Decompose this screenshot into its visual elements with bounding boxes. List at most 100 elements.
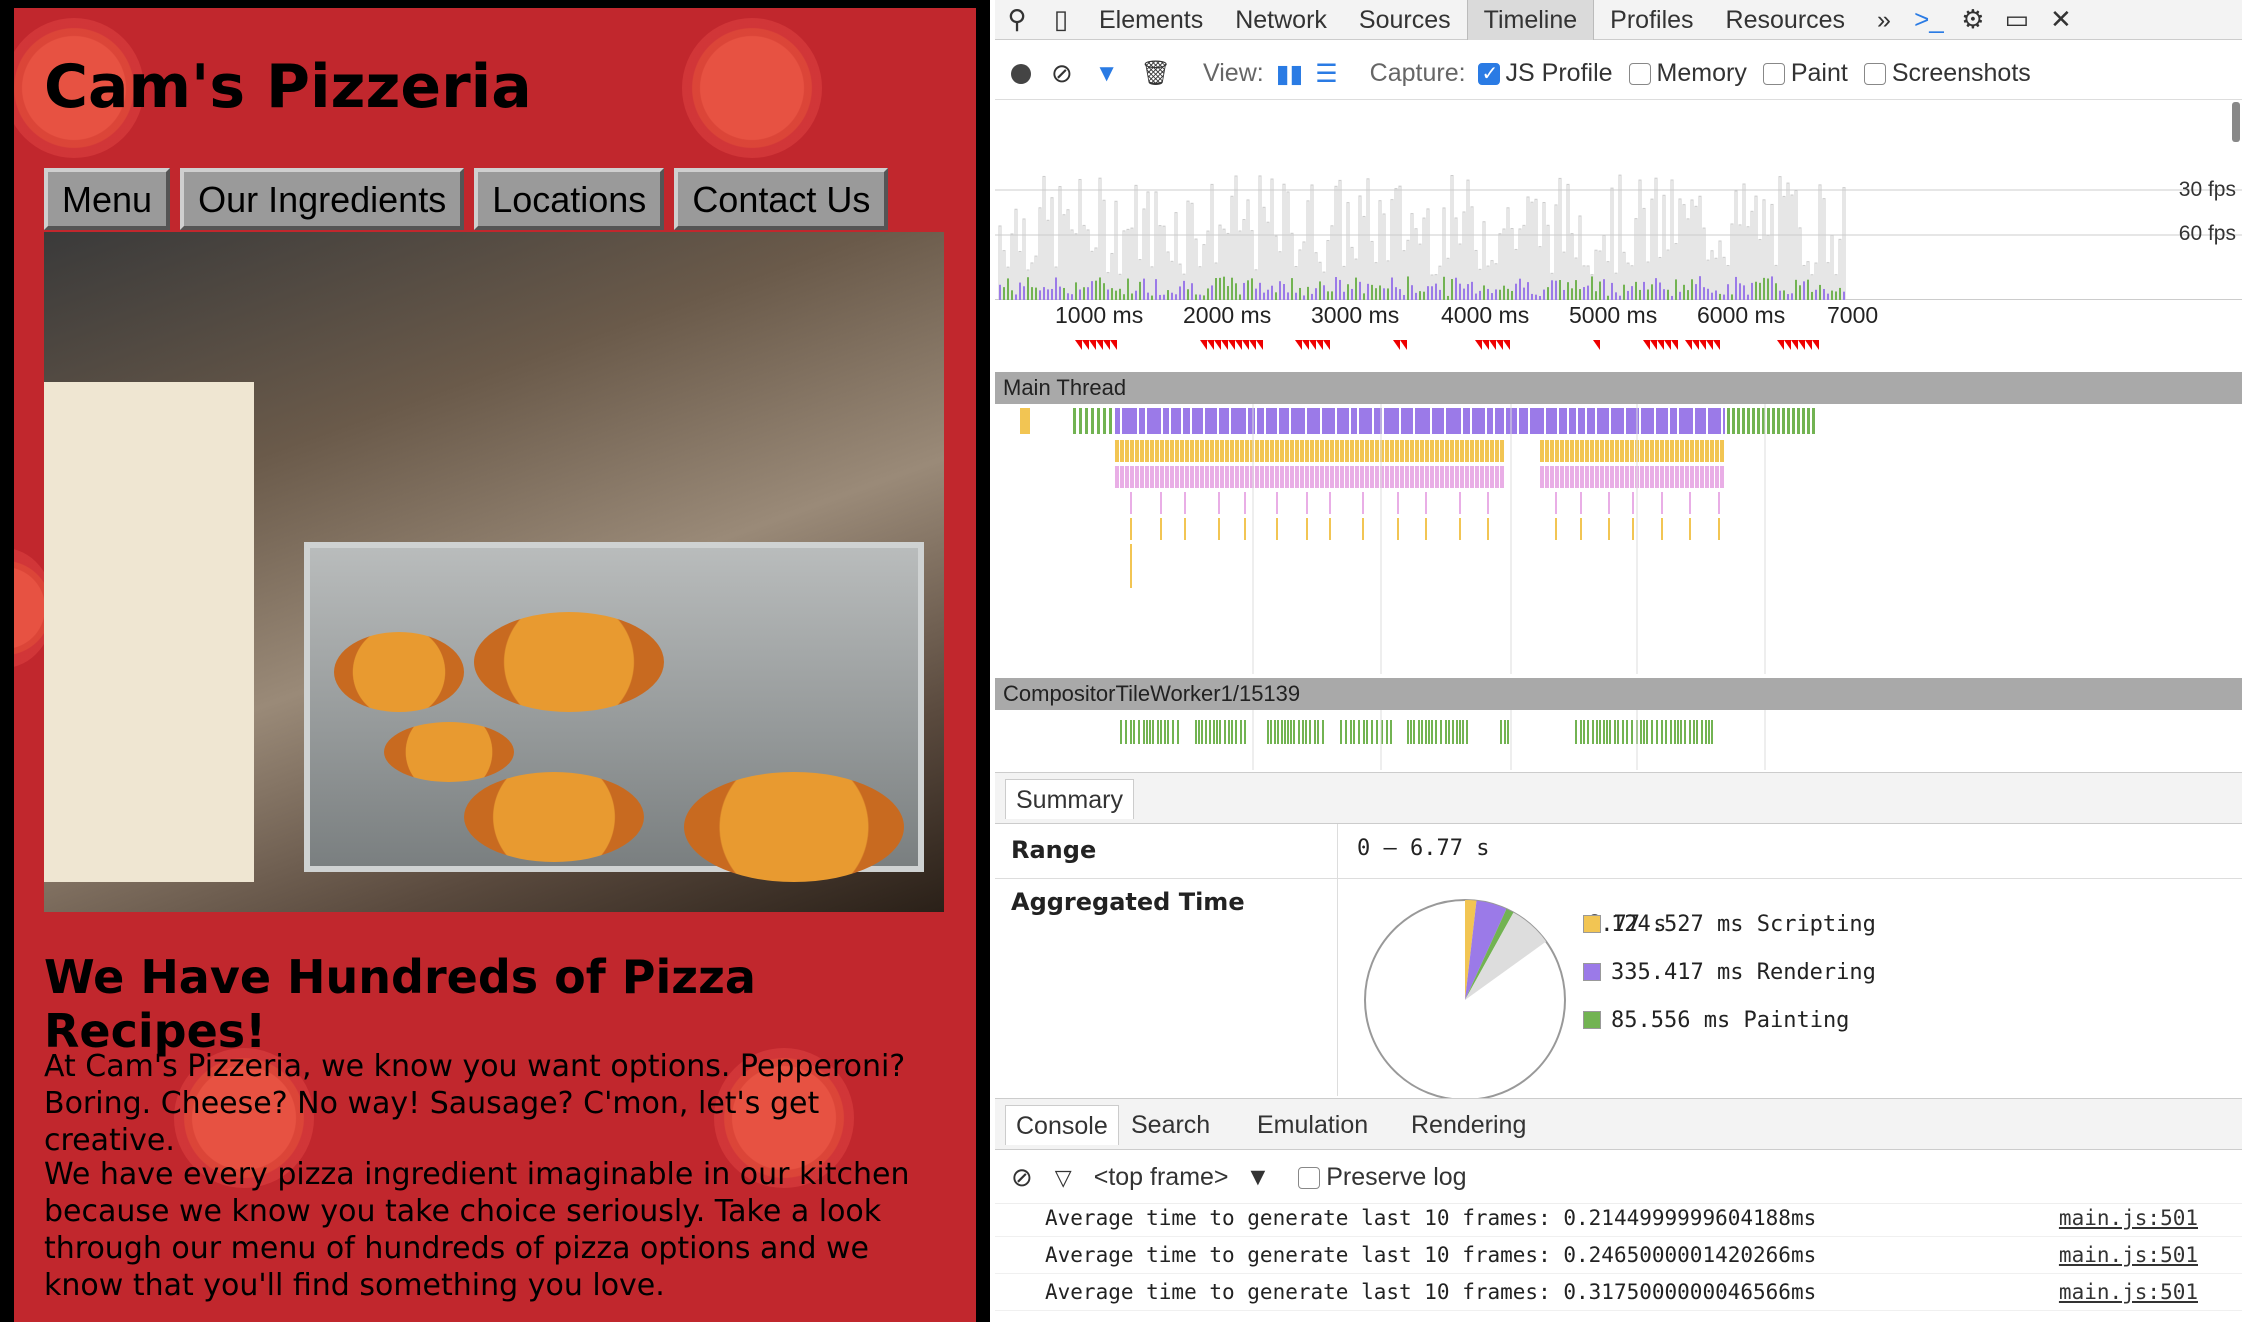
- compositor-block: [1413, 720, 1415, 744]
- flame-block: [1700, 466, 1704, 488]
- frame-activity-bar: [1519, 278, 1521, 300]
- source-link[interactable]: main.js:501: [2059, 1274, 2198, 1311]
- flame-block: [1485, 466, 1489, 488]
- console-icon[interactable]: >_: [1907, 4, 1951, 35]
- flame-block: [1640, 466, 1644, 488]
- flame-block: [1175, 440, 1179, 462]
- nav-ingredients-button[interactable]: Our Ingredients: [180, 168, 465, 230]
- search-icon[interactable]: ⚲: [995, 4, 1039, 35]
- close-icon[interactable]: ✕: [2039, 4, 2083, 35]
- frame-activity-bar: [1207, 288, 1209, 300]
- main-thread-header[interactable]: [995, 372, 2242, 404]
- clear-icon[interactable]: ⊘: [1051, 58, 1073, 89]
- flame-gap: [1349, 408, 1351, 434]
- tab-elements[interactable]: Elements: [1083, 0, 1219, 40]
- record-icon[interactable]: [1011, 63, 1031, 84]
- compositor-block: [1459, 720, 1461, 744]
- frame-bar: [1038, 207, 1042, 301]
- tab-timeline[interactable]: Timeline: [1466, 0, 1595, 40]
- frame-activity-bar: [1063, 287, 1065, 300]
- filter-icon[interactable]: ▽: [1055, 1165, 1072, 1191]
- source-link[interactable]: main.js:501: [2059, 1200, 2198, 1237]
- bar-view-icon[interactable]: ▮▮: [1276, 59, 1304, 89]
- frames-overview[interactable]: 30 fps 60 fps: [995, 100, 2242, 301]
- memory-checkbox[interactable]: Memory: [1628, 59, 1747, 88]
- main-thread-flame-chart[interactable]: [995, 404, 2242, 674]
- tab-network[interactable]: Network: [1219, 0, 1343, 40]
- pizza-slice: [684, 772, 904, 882]
- tab-search[interactable]: Search: [1121, 1105, 1220, 1145]
- flame-block: [1130, 544, 1132, 588]
- more-tabs-button[interactable]: »: [1861, 0, 1907, 40]
- frame-activity-bar: [1267, 289, 1269, 300]
- frame-bar: [1670, 179, 1674, 301]
- compositor-block: [1609, 720, 1611, 744]
- flame-view-icon[interactable]: ☰: [1315, 59, 1337, 89]
- device-icon[interactable]: ▯: [1039, 4, 1083, 35]
- frame-bar: [1790, 194, 1794, 301]
- flame-block: [1689, 518, 1691, 540]
- compositor-block: [1240, 720, 1242, 744]
- tab-sources[interactable]: Sources: [1343, 0, 1467, 40]
- compositor-block: [1317, 720, 1319, 744]
- compositor-block: [1421, 720, 1423, 744]
- frame-activity-bar: [1251, 278, 1253, 300]
- compositor-block: [1164, 720, 1166, 744]
- clear-console-icon[interactable]: ⊘: [1011, 1162, 1033, 1193]
- frame-bar: [1510, 228, 1514, 301]
- frame-activity-bar: [1107, 289, 1109, 300]
- preserve-log-checkbox[interactable]: Preserve log: [1298, 1163, 1467, 1192]
- tab-resources[interactable]: Resources: [1710, 0, 1862, 40]
- paint-checkbox[interactable]: Paint: [1762, 59, 1848, 88]
- frame-activity-bar: [1327, 291, 1329, 300]
- flame-block: [1310, 466, 1314, 488]
- range-value: 0 – 6.77 s: [1357, 836, 1490, 861]
- view-label: View:: [1203, 59, 1264, 87]
- flame-block: [1329, 492, 1331, 514]
- frame-bar: [1266, 221, 1270, 301]
- frame-bar: [1326, 239, 1330, 301]
- compositor-block: [1167, 720, 1169, 744]
- screenshots-checkbox[interactable]: Screenshots: [1863, 59, 2031, 88]
- tab-emulation[interactable]: Emulation: [1247, 1105, 1378, 1145]
- js-profile-checkbox[interactable]: JS Profile: [1477, 59, 1613, 88]
- filter-icon[interactable]: ▼: [1095, 60, 1119, 88]
- overview-scroll-handle[interactable]: [2232, 102, 2240, 142]
- flame-gap: [1693, 408, 1695, 434]
- flame-block: [1306, 518, 1308, 540]
- flame-block: [1125, 466, 1129, 488]
- frame-selector[interactable]: <top frame> ▼: [1094, 1163, 1271, 1192]
- frame-warning-flags: [1075, 340, 1819, 350]
- flame-block: [1797, 408, 1800, 434]
- warning-flag: [1082, 340, 1089, 350]
- flame-block: [1710, 466, 1714, 488]
- trash-icon[interactable]: 🗑: [1141, 59, 1171, 88]
- flame-block: [1340, 466, 1344, 488]
- source-link[interactable]: main.js:501: [2059, 1237, 2198, 1274]
- compositor-flame-chart[interactable]: [995, 710, 2242, 770]
- tab-summary[interactable]: Summary: [1005, 779, 1134, 819]
- frame-bar: [1122, 230, 1126, 301]
- dock-icon[interactable]: ▭: [1995, 4, 2039, 35]
- flame-block: [1290, 466, 1294, 488]
- frame-bar: [1786, 182, 1790, 301]
- nav-locations-button[interactable]: Locations: [474, 168, 665, 230]
- gear-icon[interactable]: ⚙: [1951, 4, 1995, 35]
- flame-gap: [1654, 408, 1656, 434]
- frame-bar: [1262, 206, 1266, 301]
- frame-activity-bar: [1443, 276, 1445, 300]
- tab-rendering[interactable]: Rendering: [1401, 1105, 1536, 1145]
- console-log: Average time to generate last 10 frames:…: [995, 1200, 2242, 1311]
- flame-block: [1150, 466, 1154, 488]
- flame-block: [1175, 466, 1179, 488]
- flame-block: [1792, 408, 1795, 434]
- nav-contact-button[interactable]: Contact Us: [674, 168, 889, 230]
- nav-menu-button[interactable]: Menu: [44, 168, 171, 230]
- flame-block: [1645, 440, 1649, 462]
- frame-activity-bar: [1843, 291, 1845, 300]
- tab-console[interactable]: Console: [1005, 1105, 1119, 1145]
- frame-activity-bar: [1419, 291, 1421, 300]
- tab-profiles[interactable]: Profiles: [1594, 0, 1709, 40]
- flame-block: [1135, 466, 1139, 488]
- menu-paragraph: We have every pizza ingredient imaginabl…: [44, 1157, 910, 1303]
